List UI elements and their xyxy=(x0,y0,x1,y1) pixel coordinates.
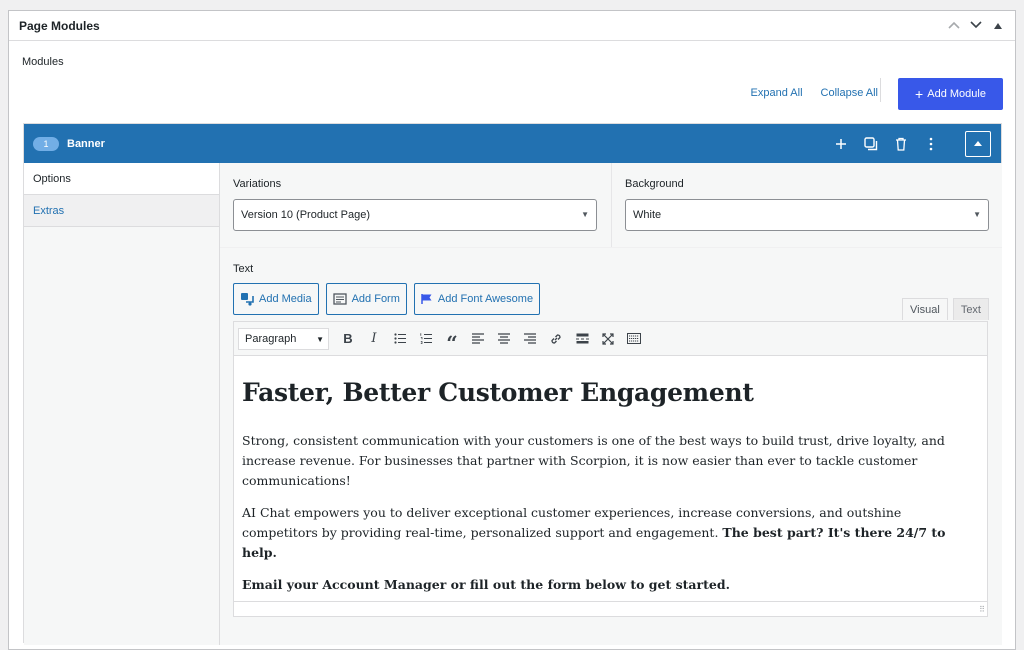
form-icon xyxy=(332,293,347,305)
collapse-module-button[interactable] xyxy=(965,130,991,157)
numbered-list-icon[interactable] xyxy=(413,326,439,352)
module-links: Expand All Collapse All xyxy=(751,87,878,99)
editor-content[interactable]: Faster, Better Customer Engagement Stron… xyxy=(234,356,987,595)
blockquote-icon[interactable]: “ xyxy=(439,326,465,355)
content-heading: Faster, Better Customer Engagement xyxy=(242,378,754,407)
panel-header: Page Modules xyxy=(9,11,1015,41)
add-module-label: Add Module xyxy=(927,88,986,100)
variations-label: Variations xyxy=(233,178,282,190)
dropdown-arrow-icon: ▼ xyxy=(973,210,981,219)
format-value: Paragraph xyxy=(245,332,297,345)
dropdown-arrow-icon: ▼ xyxy=(581,210,589,219)
plus-icon: + xyxy=(915,86,924,102)
italic-icon[interactable]: I xyxy=(361,326,387,352)
add-module-button[interactable]: + Add Module xyxy=(898,78,1003,110)
toolbar-toggle-icon[interactable] xyxy=(621,326,647,352)
variations-select[interactable]: Version 10 (Product Page) ▼ xyxy=(233,199,597,231)
banner-module: 1 Banner Options Extras Variations Versi… xyxy=(23,123,1002,645)
rich-text-editor: Paragraph ▼ B I “ Faster, Better Custome… xyxy=(233,321,988,617)
align-center-icon[interactable] xyxy=(491,326,517,352)
add-font-awesome-button[interactable]: Add Font Awesome xyxy=(413,283,541,315)
bold-icon[interactable]: B xyxy=(335,326,361,352)
tab-visual[interactable]: Visual xyxy=(902,298,948,320)
content-paragraph-1: Strong, consistent communication with yo… xyxy=(242,433,945,488)
module-content: Variations Version 10 (Product Page) ▼ B… xyxy=(220,163,1002,645)
trash-icon[interactable] xyxy=(893,136,909,152)
variations-value: Version 10 (Product Page) xyxy=(241,209,371,221)
move-down-icon[interactable] xyxy=(969,20,983,32)
panel-controls xyxy=(947,20,1005,32)
flag-icon xyxy=(421,294,432,304)
fullscreen-icon[interactable] xyxy=(595,326,621,352)
background-value: White xyxy=(633,209,662,221)
read-more-icon[interactable] xyxy=(569,326,595,352)
duplicate-icon[interactable] xyxy=(863,136,879,152)
fields-row: Variations Version 10 (Product Page) ▼ B… xyxy=(220,163,1002,248)
module-sidebar: Options Extras xyxy=(24,163,220,645)
link-icon[interactable] xyxy=(543,326,569,352)
format-select[interactable]: Paragraph ▼ xyxy=(238,327,329,350)
tab-options[interactable]: Options xyxy=(24,163,219,195)
content-paragraph-2: AI Chat empowers you to deliver exceptio… xyxy=(242,503,979,563)
align-right-icon[interactable] xyxy=(517,326,543,352)
toggle-panel-icon[interactable] xyxy=(991,20,1005,32)
resize-handle-icon[interactable]: ⠿ xyxy=(979,605,985,614)
more-options-icon[interactable] xyxy=(923,136,939,152)
add-icon[interactable] xyxy=(833,136,849,152)
caret-up-icon xyxy=(974,141,982,146)
align-left-icon[interactable] xyxy=(465,326,491,352)
tab-extras[interactable]: Extras xyxy=(24,195,219,227)
editor-mode-tabs: Visual Text xyxy=(902,298,989,320)
panel-title: Page Modules xyxy=(19,18,100,33)
background-label: Background xyxy=(625,178,684,190)
collapse-all-link[interactable]: Collapse All xyxy=(821,87,878,99)
variations-field: Variations Version 10 (Product Page) ▼ xyxy=(220,163,611,247)
text-field: Text Add Media Add Form Add Font Awesome xyxy=(220,248,1002,645)
editor-statusbar xyxy=(234,601,987,616)
module-index-badge: 1 xyxy=(33,136,59,151)
module-header[interactable]: 1 Banner xyxy=(24,124,1001,163)
editor-toolbar: Paragraph ▼ B I “ xyxy=(234,322,987,356)
expand-all-link[interactable]: Expand All xyxy=(751,87,803,99)
modules-label: Modules xyxy=(22,56,64,68)
content-paragraph-3: Email your Account Manager or fill out t… xyxy=(242,575,979,595)
paragraph-3-bold: Email your Account Manager or fill out t… xyxy=(242,577,730,592)
text-label: Text xyxy=(233,263,254,275)
move-up-icon[interactable] xyxy=(947,20,961,32)
background-select[interactable]: White ▼ xyxy=(625,199,989,231)
background-field: Background White ▼ xyxy=(611,163,1002,247)
module-actions xyxy=(833,130,991,157)
add-media-label: Add Media xyxy=(259,293,312,305)
add-media-button[interactable]: Add Media xyxy=(233,283,319,315)
dropdown-arrow-icon: ▼ xyxy=(316,334,324,344)
tab-text[interactable]: Text xyxy=(952,298,989,320)
add-form-button[interactable]: Add Form xyxy=(325,283,407,315)
bullet-list-icon[interactable] xyxy=(387,326,413,352)
media-icon xyxy=(241,293,254,306)
media-buttons: Add Media Add Form Add Font Awesome xyxy=(233,283,989,315)
page-modules-panel: Page Modules Modules Expand All Collapse… xyxy=(8,10,1016,650)
divider xyxy=(880,78,881,102)
add-font-awesome-label: Add Font Awesome xyxy=(437,293,534,305)
module-name: Banner xyxy=(67,137,105,150)
add-form-label: Add Form xyxy=(351,293,400,305)
